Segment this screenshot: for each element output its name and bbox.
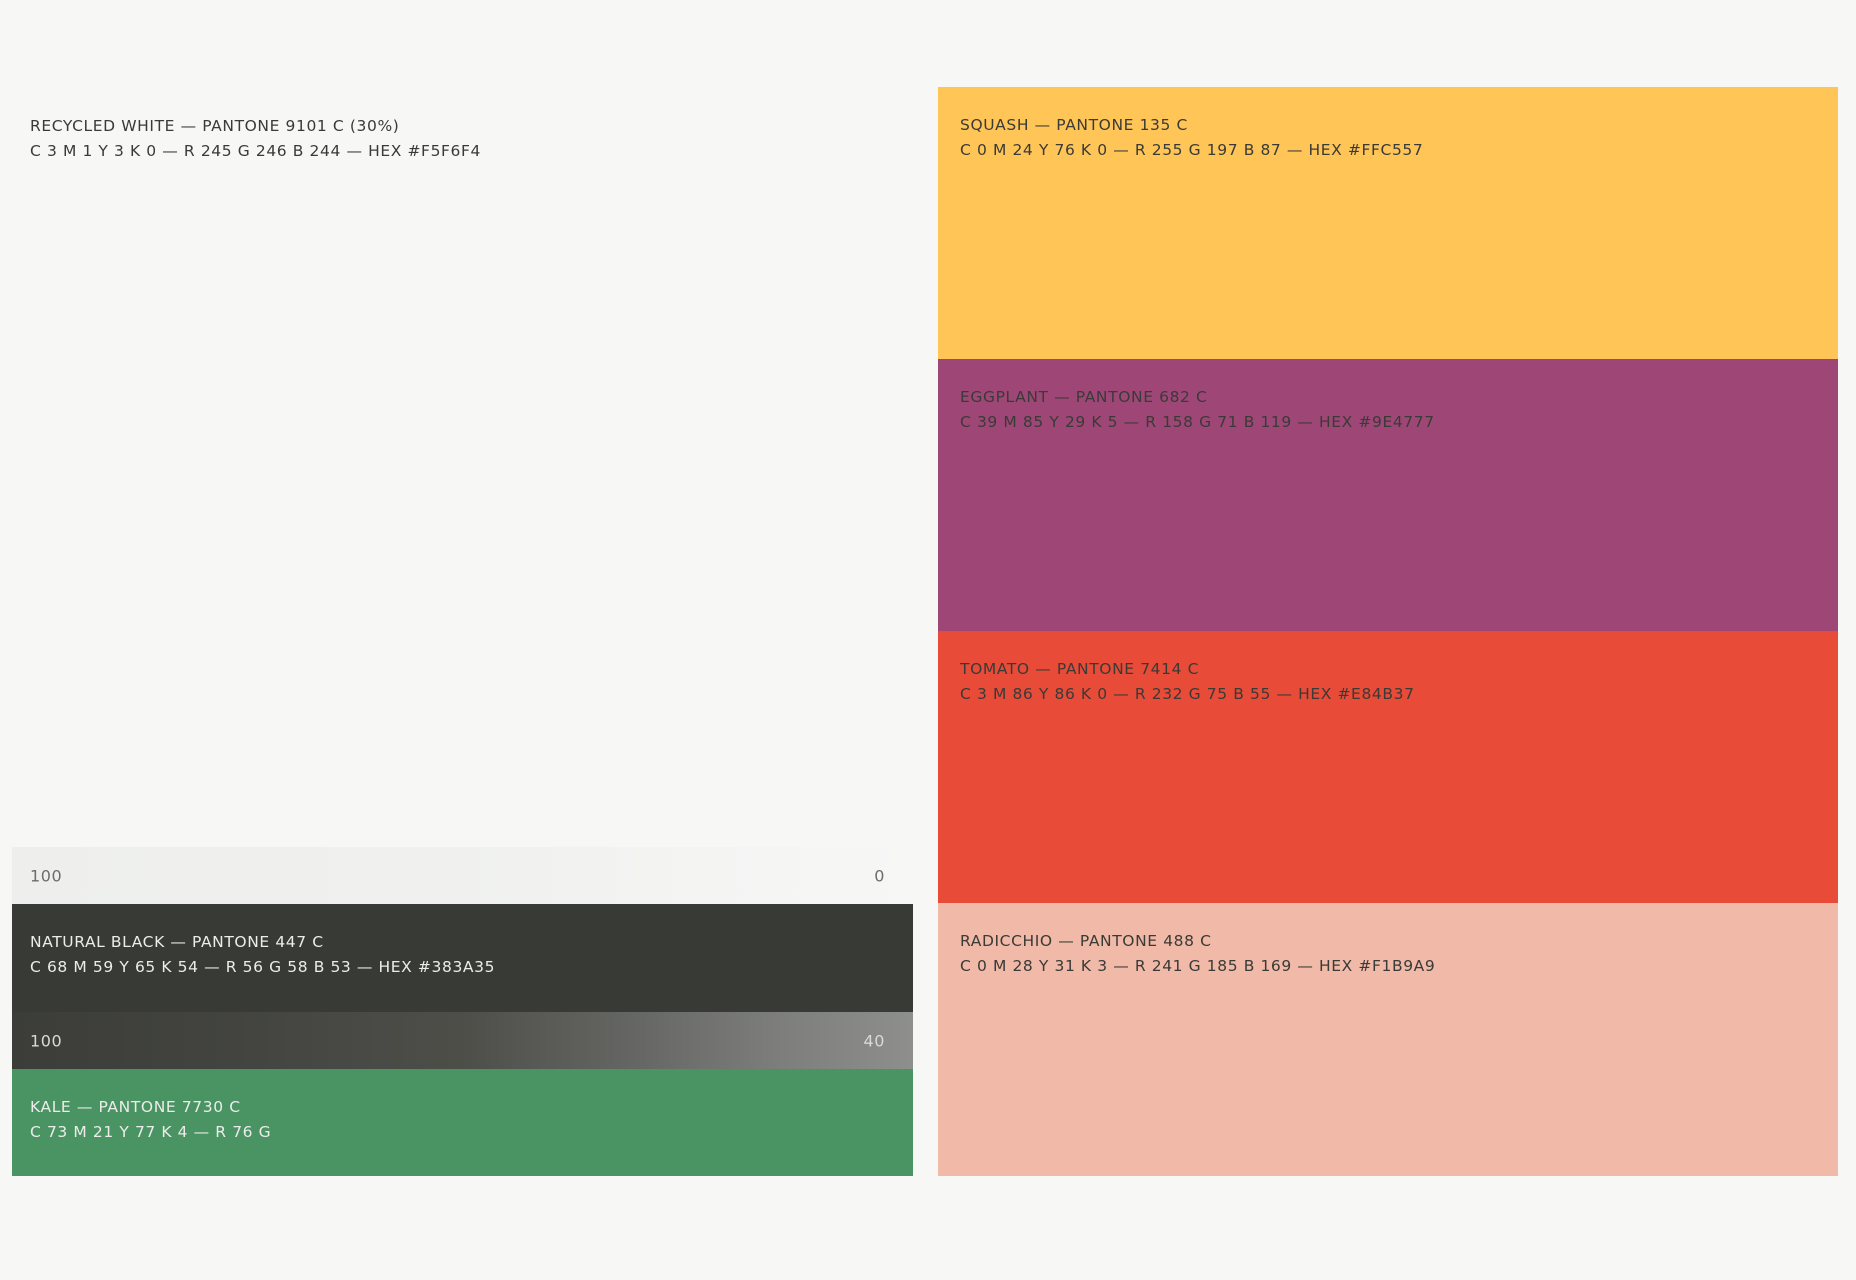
swatch-label: TOMATO — PANTONE 7414 C C 3 M 86 Y 86 K … bbox=[960, 657, 1415, 707]
swatch-eggplant: EGGPLANT — PANTONE 682 C C 39 M 85 Y 29 … bbox=[938, 359, 1838, 631]
ramp-start-value: 100 bbox=[30, 1031, 63, 1050]
ramp-end-value: 40 bbox=[863, 1031, 885, 1050]
swatch-label: EGGPLANT — PANTONE 682 C C 39 M 85 Y 29 … bbox=[960, 385, 1435, 435]
swatch-radicchio: RADICCHIO — PANTONE 488 C C 0 M 28 Y 31 … bbox=[938, 903, 1838, 1176]
swatch-values: C 39 M 85 Y 29 K 5 — R 158 G 71 B 119 — … bbox=[960, 413, 1435, 431]
swatch-label: RADICCHIO — PANTONE 488 C C 0 M 28 Y 31 … bbox=[960, 929, 1435, 979]
swatch-label: RECYCLED WHITE — PANTONE 9101 C (30%) C … bbox=[30, 114, 481, 164]
swatch-label: KALE — PANTONE 7730 C C 73 M 21 Y 77 K 4… bbox=[30, 1095, 271, 1145]
swatch-tomato: TOMATO — PANTONE 7414 C C 3 M 86 Y 86 K … bbox=[938, 631, 1838, 903]
swatch-name: KALE — PANTONE 7730 C bbox=[30, 1098, 241, 1116]
swatch-values: C 3 M 1 Y 3 K 0 — R 245 G 246 B 244 — HE… bbox=[30, 142, 481, 160]
swatch-name: SQUASH — PANTONE 135 C bbox=[960, 116, 1188, 134]
swatch-name: NATURAL BLACK — PANTONE 447 C bbox=[30, 933, 324, 951]
swatch-recycled-white: RECYCLED WHITE — PANTONE 9101 C (30%) C … bbox=[12, 87, 913, 847]
swatch-values: C 3 M 86 Y 86 K 0 — R 232 G 75 B 55 — HE… bbox=[960, 685, 1415, 703]
swatch-name: RADICCHIO — PANTONE 488 C bbox=[960, 932, 1212, 950]
swatch-natural-black: NATURAL BLACK — PANTONE 447 C C 68 M 59 … bbox=[12, 904, 913, 1012]
tint-ramp-black: 100 40 bbox=[12, 1012, 913, 1069]
swatch-values: C 0 M 24 Y 76 K 0 — R 255 G 197 B 87 — H… bbox=[960, 141, 1424, 159]
swatch-name: RECYCLED WHITE — PANTONE 9101 C (30%) bbox=[30, 117, 400, 135]
swatch-squash: SQUASH — PANTONE 135 C C 0 M 24 Y 76 K 0… bbox=[938, 87, 1838, 359]
swatch-label: NATURAL BLACK — PANTONE 447 C C 68 M 59 … bbox=[30, 930, 495, 980]
swatch-label: SQUASH — PANTONE 135 C C 0 M 24 Y 76 K 0… bbox=[960, 113, 1423, 163]
tint-ramp-white: 100 0 bbox=[12, 847, 913, 904]
swatch-kale: KALE — PANTONE 7730 C C 73 M 21 Y 77 K 4… bbox=[12, 1069, 913, 1176]
swatch-name: EGGPLANT — PANTONE 682 C bbox=[960, 388, 1208, 406]
swatch-values: C 0 M 28 Y 31 K 3 — R 241 G 185 B 169 — … bbox=[960, 957, 1436, 975]
swatch-values: C 68 M 59 Y 65 K 54 — R 56 G 58 B 53 — H… bbox=[30, 958, 496, 976]
swatch-name: TOMATO — PANTONE 7414 C bbox=[960, 660, 1199, 678]
swatch-values: C 73 M 21 Y 77 K 4 — R 76 G bbox=[30, 1123, 272, 1141]
ramp-end-value: 0 bbox=[874, 866, 885, 885]
ramp-start-value: 100 bbox=[30, 866, 63, 885]
